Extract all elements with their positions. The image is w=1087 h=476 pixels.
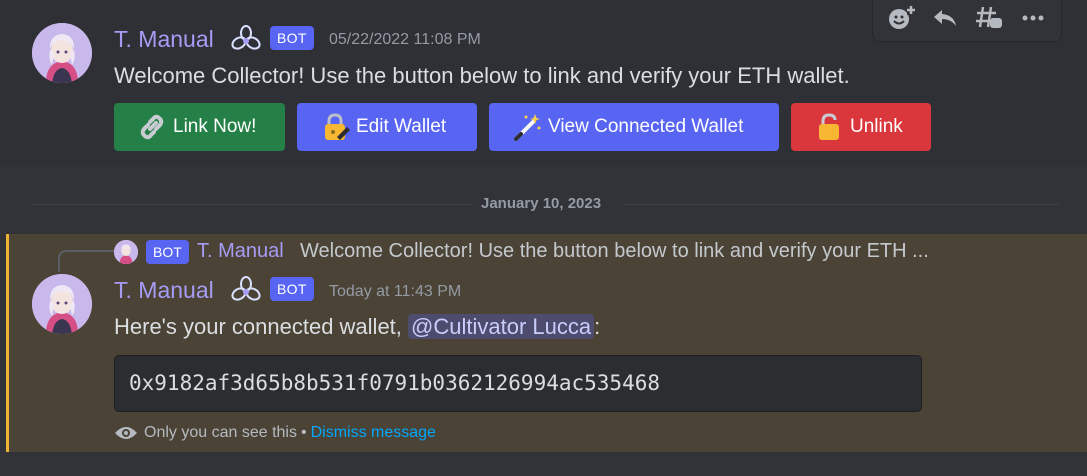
date-divider-line-left [33, 204, 471, 205]
message-timestamp[interactable]: 05/22/2022 11:08 PM [329, 31, 481, 49]
more-button[interactable] [1016, 1, 1050, 35]
reply-preview[interactable]: Welcome Collector! Use the button below … [300, 240, 929, 263]
date-divider: January 10, 2023 [481, 195, 602, 212]
message-wallet-ephemeral [6, 234, 1087, 452]
username[interactable]: T. Manual [114, 277, 214, 304]
message-actions-toolbar [872, 0, 1062, 42]
bot-flower-icon [231, 25, 261, 50]
user-mention[interactable]: @Cultivator Lucca [408, 314, 595, 339]
ephemeral-text: Only you can see this [144, 424, 297, 441]
create-thread-button[interactable] [972, 1, 1006, 35]
message-content: Here's your connected wallet, @Cultivato… [114, 314, 600, 340]
reply-spine [58, 250, 114, 272]
bot-tag: BOT [270, 26, 314, 50]
content-suffix: : [594, 314, 601, 339]
reply-username[interactable]: T. Manual [197, 240, 284, 263]
reply-button[interactable] [928, 1, 962, 35]
unlink-button[interactable]: Unlink [791, 103, 931, 151]
view-connected-wallet-label: View Connected Wallet [548, 116, 744, 137]
link-icon [140, 114, 164, 140]
view-connected-wallet-button[interactable]: View Connected Wallet [489, 103, 779, 151]
eye-icon [115, 427, 137, 439]
message-content: Welcome Collector! Use the button below … [114, 63, 850, 88]
bot-tag: BOT [270, 277, 314, 301]
reply-icon [934, 10, 956, 26]
username[interactable]: T. Manual [114, 26, 214, 53]
content-prefix: Here's your connected wallet, [114, 314, 409, 339]
message-timestamp[interactable]: Today at 11:43 PM [329, 283, 461, 301]
date-divider-line-right [623, 204, 1059, 205]
wallet-address-codeblock[interactable]: 0x9182af3d65b8b531f0791b0362126994ac5354… [114, 355, 922, 412]
reply-avatar[interactable] [114, 240, 138, 264]
ephemeral-notice: Only you can see this • Dismiss message [114, 423, 436, 443]
link-now-label: Link Now! [173, 116, 257, 137]
more-icon [1022, 15, 1044, 21]
chat-view: T. Manual BOT 05/22/2022 11:08 PM Welcom… [0, 0, 1087, 476]
lock-with-pen-icon [325, 113, 350, 140]
bot-avatar[interactable] [32, 274, 92, 334]
separator-dot: • [300, 424, 307, 441]
create-thread-icon [976, 6, 1002, 28]
bot-avatar[interactable] [32, 23, 92, 83]
edit-wallet-button[interactable]: Edit Wallet [297, 103, 477, 151]
magic-wand-icon [514, 114, 541, 141]
reply-bot-tag: BOT [146, 240, 189, 264]
bot-flower-icon [231, 276, 261, 301]
unlocked-padlock-icon [819, 113, 839, 140]
dismiss-message-link[interactable]: Dismiss message [311, 424, 436, 442]
unlink-label: Unlink [850, 116, 903, 137]
add-reaction-button[interactable] [884, 1, 918, 35]
edit-wallet-label: Edit Wallet [356, 116, 447, 137]
add-reaction-icon [889, 5, 915, 29]
link-now-button[interactable]: Link Now! [114, 103, 285, 151]
